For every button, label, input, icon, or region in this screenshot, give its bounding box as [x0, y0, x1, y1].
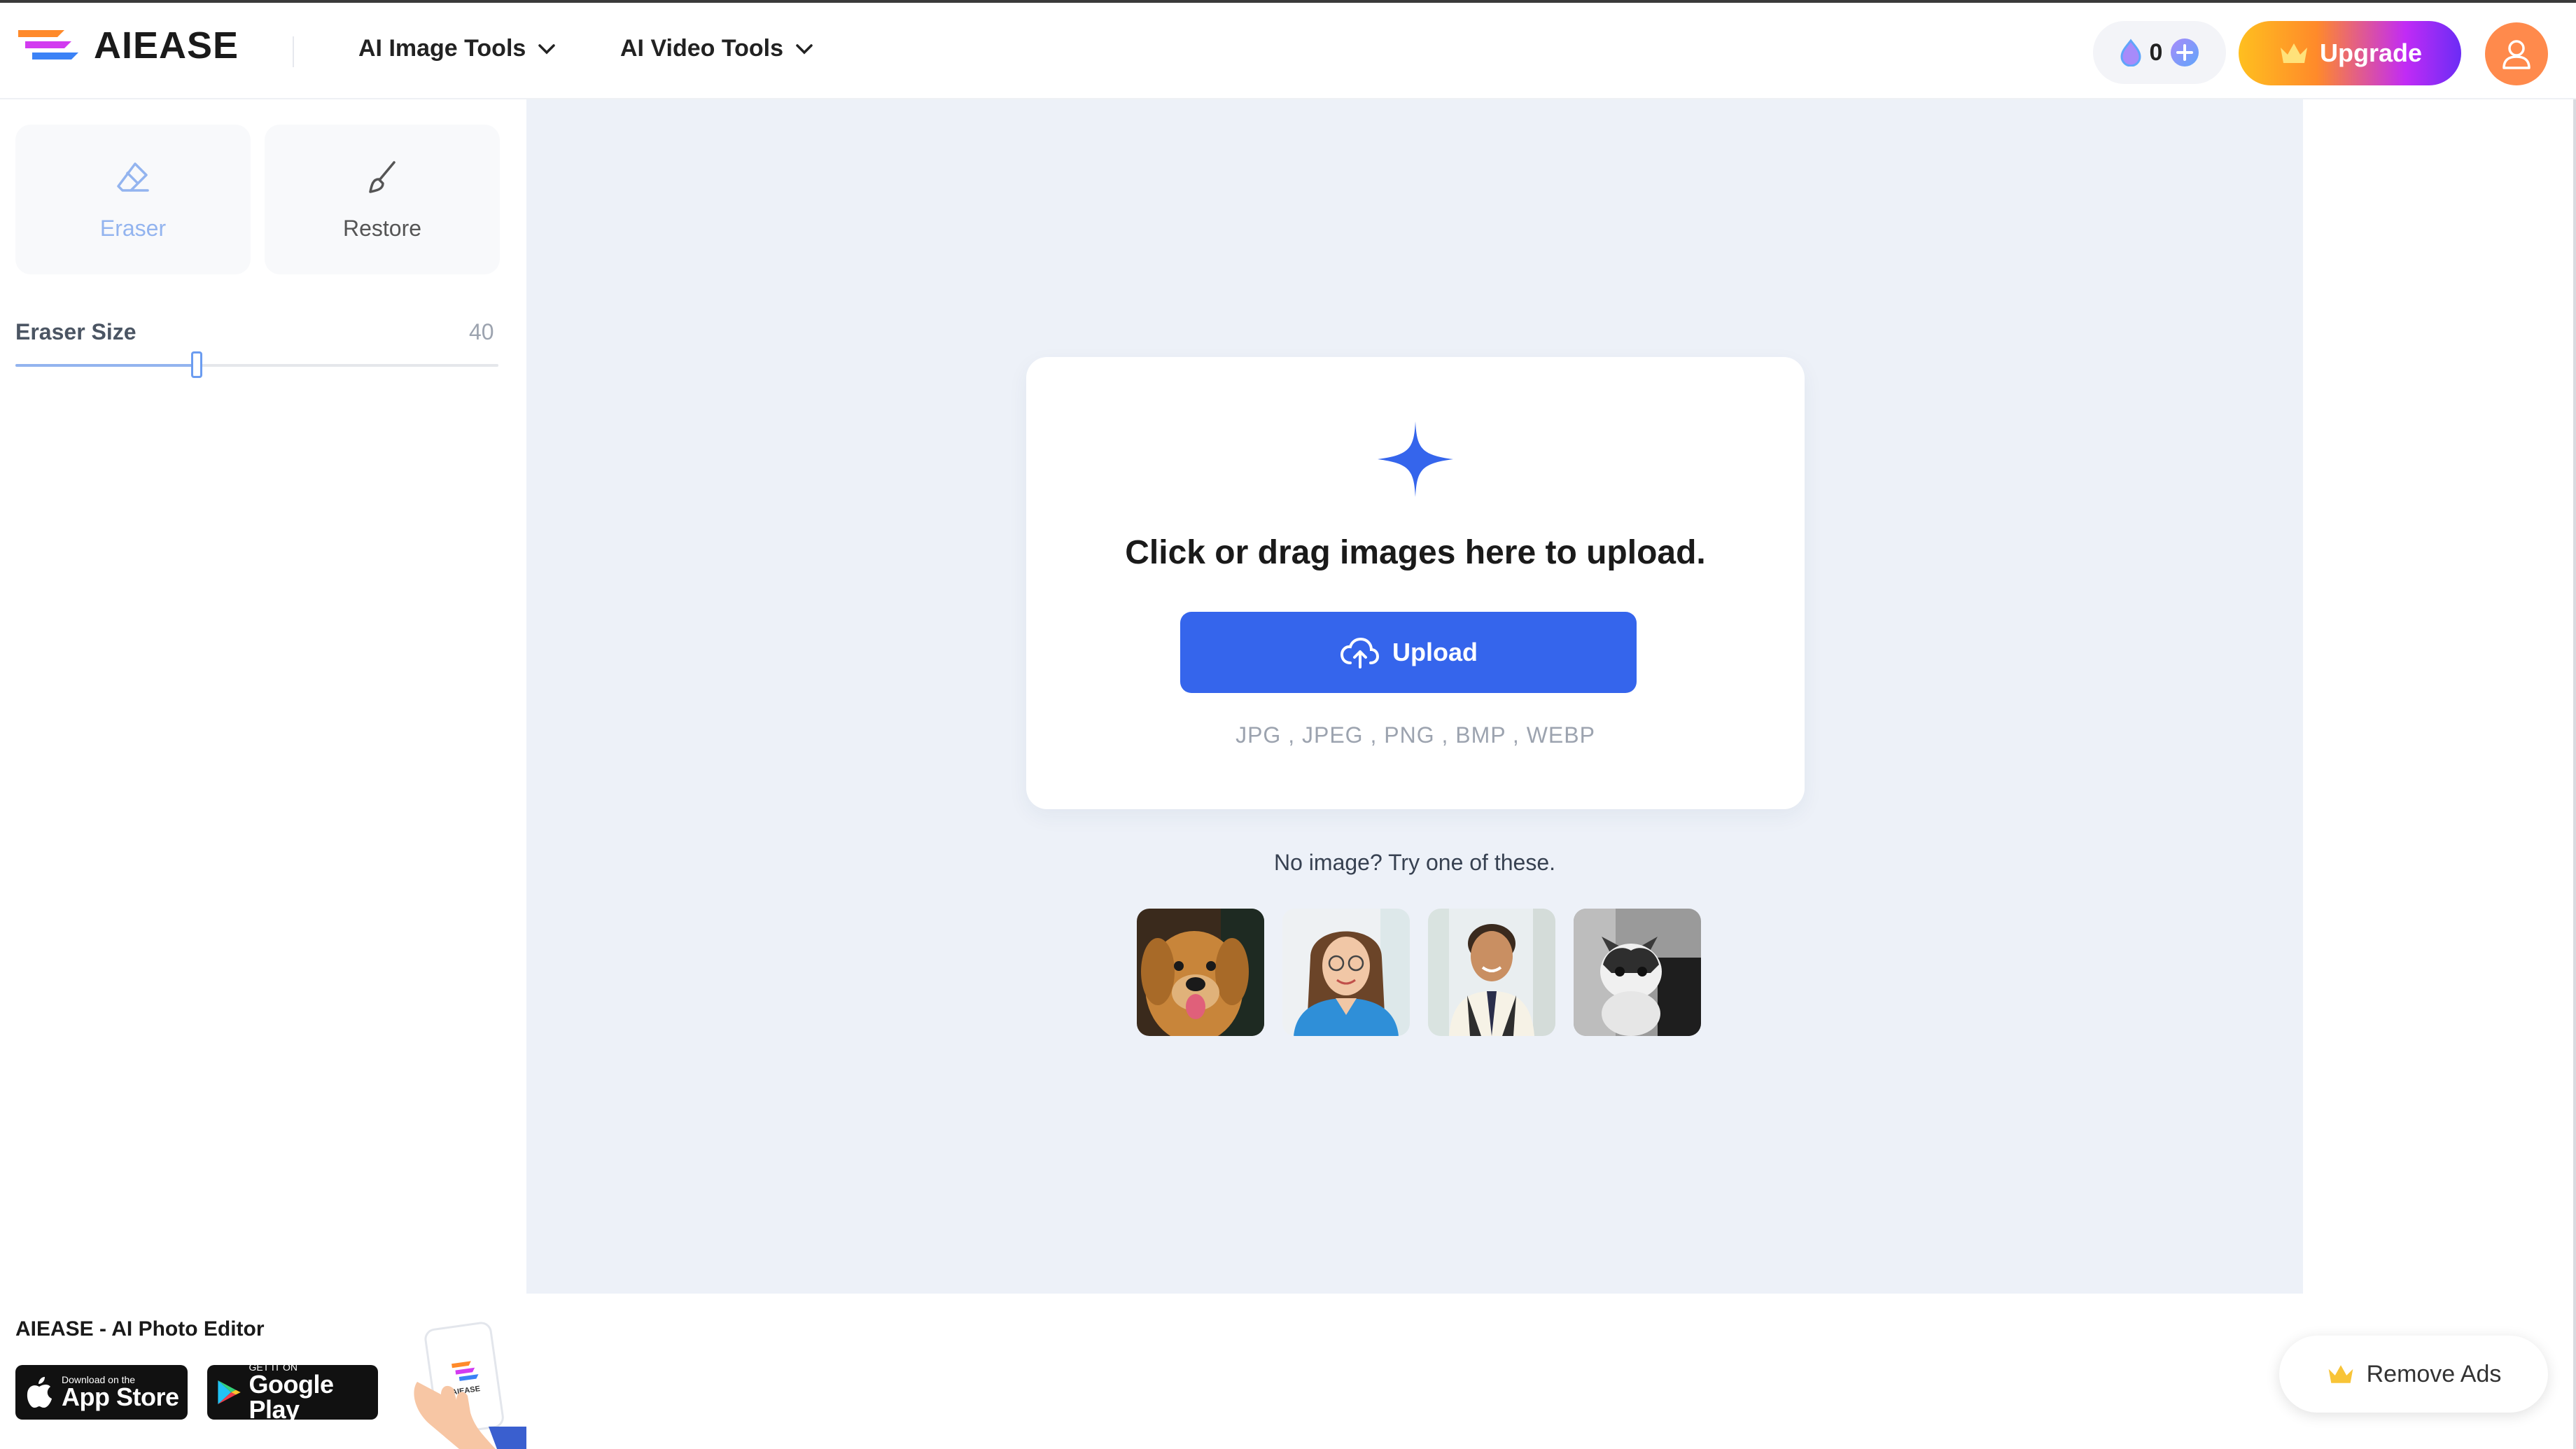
chevron-down-icon	[796, 43, 813, 54]
google-play-icon	[218, 1380, 241, 1405]
brand-logo[interactable]: AIEASE	[15, 24, 239, 67]
phone-in-hand-illustration: AIEASE	[414, 1322, 526, 1449]
editor-canvas[interactable]: Click or drag images here to upload. Upl…	[526, 99, 2303, 1294]
top-header: AIEASE AI Image Tools AI Video Tools 0 U…	[0, 3, 2576, 99]
nav-ai-video-tools[interactable]: AI Video Tools	[620, 35, 814, 62]
brand-name: AIEASE	[94, 24, 239, 66]
credits-value: 0	[2149, 38, 2163, 66]
tool-label: Eraser	[99, 215, 167, 241]
upgrade-label: Upgrade	[2319, 38, 2423, 67]
sample-woman-image[interactable]	[1282, 909, 1410, 1036]
app-store-badge[interactable]: Download on the App Store	[15, 1365, 188, 1420]
user-icon	[2502, 40, 2530, 69]
google-play-badge[interactable]: GET IT ON Google Play	[207, 1362, 378, 1424]
brush-icon	[369, 160, 396, 193]
sparkle-plus-icon	[1378, 421, 1453, 497]
user-avatar[interactable]	[2485, 22, 2548, 85]
eraser-size-label: Eraser Size	[15, 319, 136, 344]
upload-button[interactable]: Upload	[1180, 612, 1637, 693]
app-promo-title: AIEASE - AI Photo Editor	[15, 1317, 265, 1340]
eraser-size-value: 40	[469, 319, 494, 344]
chevron-down-icon	[538, 43, 556, 54]
eraser-tool-button[interactable]: Eraser	[15, 125, 251, 274]
slider-fill	[15, 364, 197, 367]
sample-boy-image[interactable]	[1428, 909, 1555, 1036]
remove-ads-button[interactable]: Remove Ads	[2279, 1336, 2548, 1413]
cloud-upload-icon	[1340, 637, 1380, 668]
gem-icon	[2120, 38, 2141, 66]
upload-dropzone[interactable]: Click or drag images here to upload. Upl…	[1026, 357, 1805, 809]
nav-ai-image-tools[interactable]: AI Image Tools	[358, 35, 556, 62]
nav-label: AI Image Tools	[358, 35, 526, 62]
apple-icon	[27, 1377, 52, 1408]
add-credits-icon[interactable]	[2169, 37, 2200, 68]
upgrade-button[interactable]: Upgrade	[2239, 21, 2461, 85]
sample-images	[1137, 909, 1701, 1036]
remove-ads-label: Remove Ads	[2366, 1360, 2502, 1387]
restore-tool-button[interactable]: Restore	[265, 125, 500, 274]
google-play-big-text: Google Play	[248, 1370, 334, 1424]
credits-counter[interactable]: 0	[2093, 21, 2226, 84]
crown-icon	[2280, 43, 2307, 63]
supported-formats: JPG , JPEG , PNG , BMP , WEBP	[1236, 722, 1595, 748]
upload-button-label: Upload	[1392, 638, 1478, 666]
nav-label: AI Video Tools	[620, 35, 783, 62]
tool-sidebar: Eraser Restore Eraser Size 40 AIEASE - A…	[0, 99, 526, 1449]
eraser-icon	[117, 162, 149, 192]
crown-icon	[2328, 1365, 2353, 1383]
sample-images-hint: No image? Try one of these.	[1274, 850, 1555, 875]
sample-cat-image[interactable]	[1574, 909, 1701, 1036]
eraser-size-slider[interactable]	[15, 351, 498, 378]
window-right-border	[2573, 99, 2576, 1449]
slider-thumb[interactable]	[191, 351, 202, 378]
upload-title: Click or drag images here to upload.	[1125, 534, 1706, 571]
header-divider	[293, 36, 294, 67]
sample-dog-image[interactable]	[1137, 909, 1264, 1036]
aiease-logo-icon	[18, 30, 78, 59]
tool-label: Restore	[342, 215, 422, 241]
app-store-big-text: App Store	[62, 1382, 179, 1411]
